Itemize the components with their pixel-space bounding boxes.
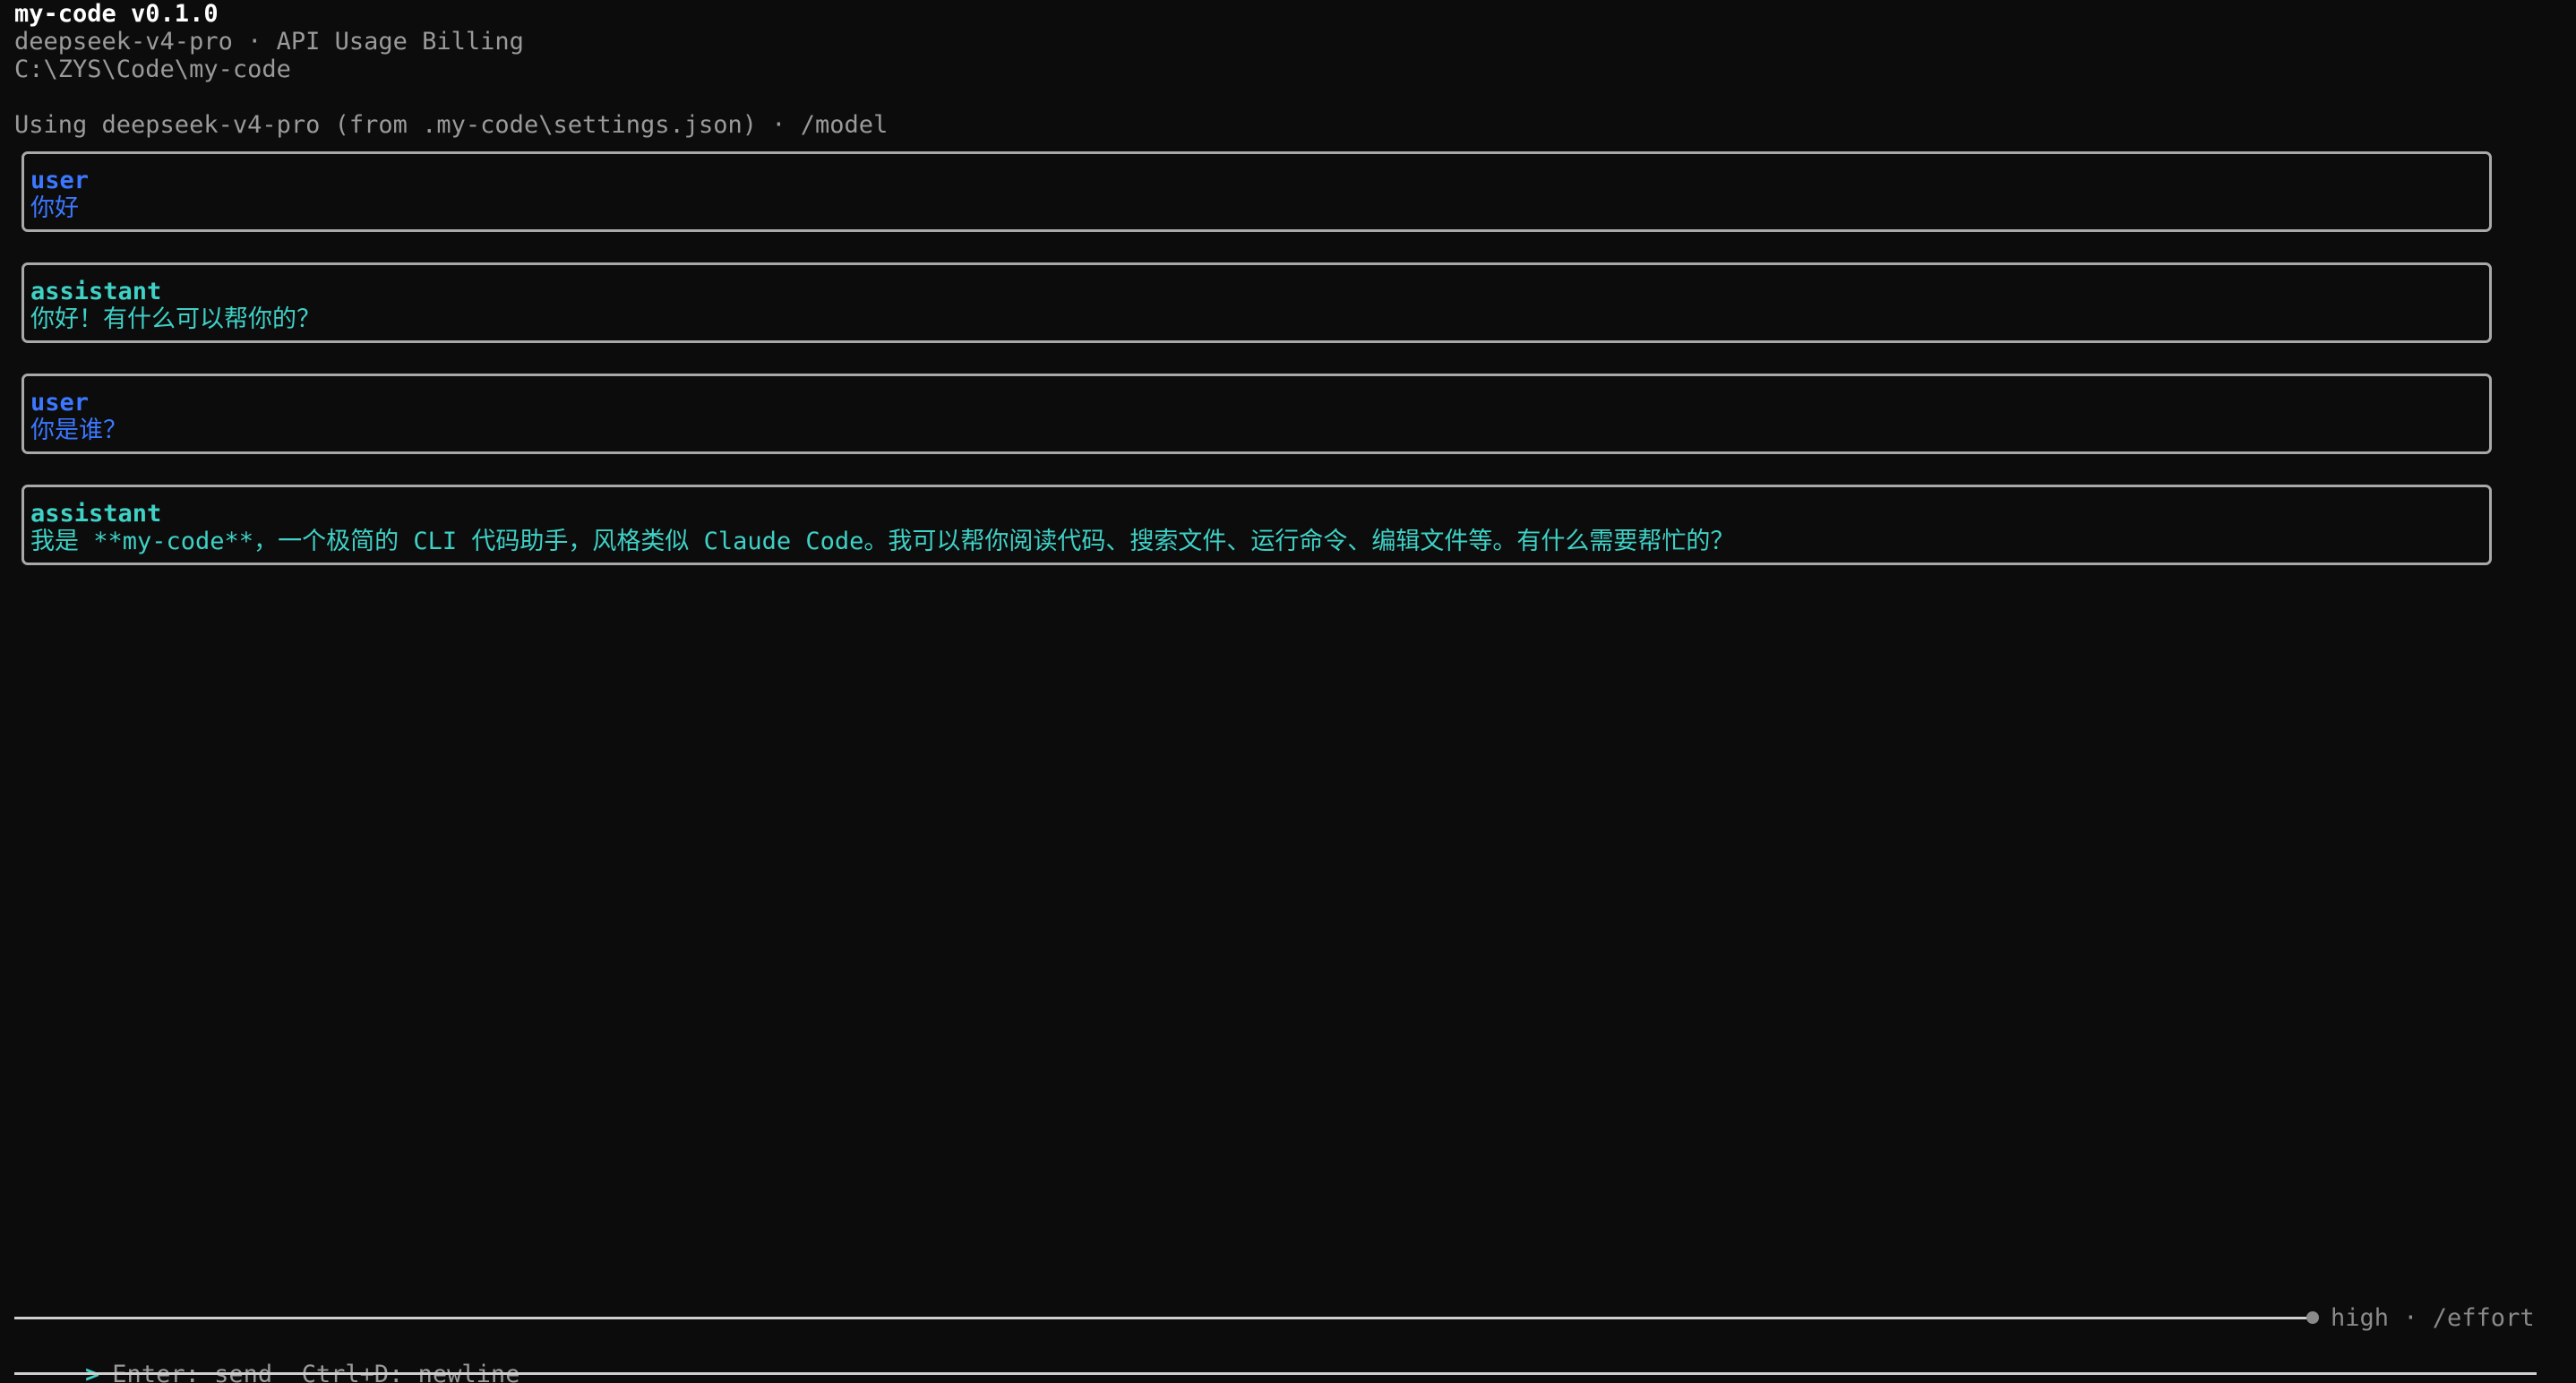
message-role: user bbox=[30, 389, 90, 417]
message-text: 你是谁？ bbox=[30, 417, 127, 444]
message-assistant: assistant 你好！有什么可以帮你的？ bbox=[21, 262, 2492, 343]
message-assistant: assistant 我是 **my-code**，一个极简的 CLI 代码助手，… bbox=[21, 485, 2492, 565]
message-text: 我是 **my-code**，一个极简的 CLI 代码助手，风格类似 Claud… bbox=[30, 528, 1735, 555]
working-directory: C:\ZYS\Code\my-code bbox=[14, 56, 291, 83]
message-text: 你好 bbox=[30, 194, 79, 222]
app-header: my-code v0.1.0 deepseek-v4-pro · API Usa… bbox=[14, 0, 524, 83]
model-billing-line: deepseek-v4-pro · API Usage Billing bbox=[14, 28, 524, 56]
effort-indicator[interactable]: high · /effort bbox=[2331, 1304, 2535, 1332]
message-user: user 你好 bbox=[21, 151, 2492, 232]
message-role: user bbox=[30, 167, 90, 194]
dot-icon bbox=[2306, 1311, 2319, 1324]
app-title: my-code v0.1.0 bbox=[14, 0, 219, 28]
input-bottom-divider bbox=[14, 1372, 2537, 1375]
message-user: user 你是谁？ bbox=[21, 374, 2492, 454]
input-top-divider bbox=[14, 1317, 2313, 1319]
message-role: assistant bbox=[30, 278, 162, 305]
message-role: assistant bbox=[30, 500, 162, 528]
terminal-window: my-code v0.1.0 deepseek-v4-pro · API Usa… bbox=[0, 0, 2576, 1383]
input-prompt[interactable]: >Enter: send Ctrl+D: newline bbox=[27, 1333, 519, 1383]
model-notice: Using deepseek-v4-pro (from .my-code\set… bbox=[14, 111, 889, 139]
message-text: 你好！有什么可以帮你的？ bbox=[30, 305, 321, 333]
